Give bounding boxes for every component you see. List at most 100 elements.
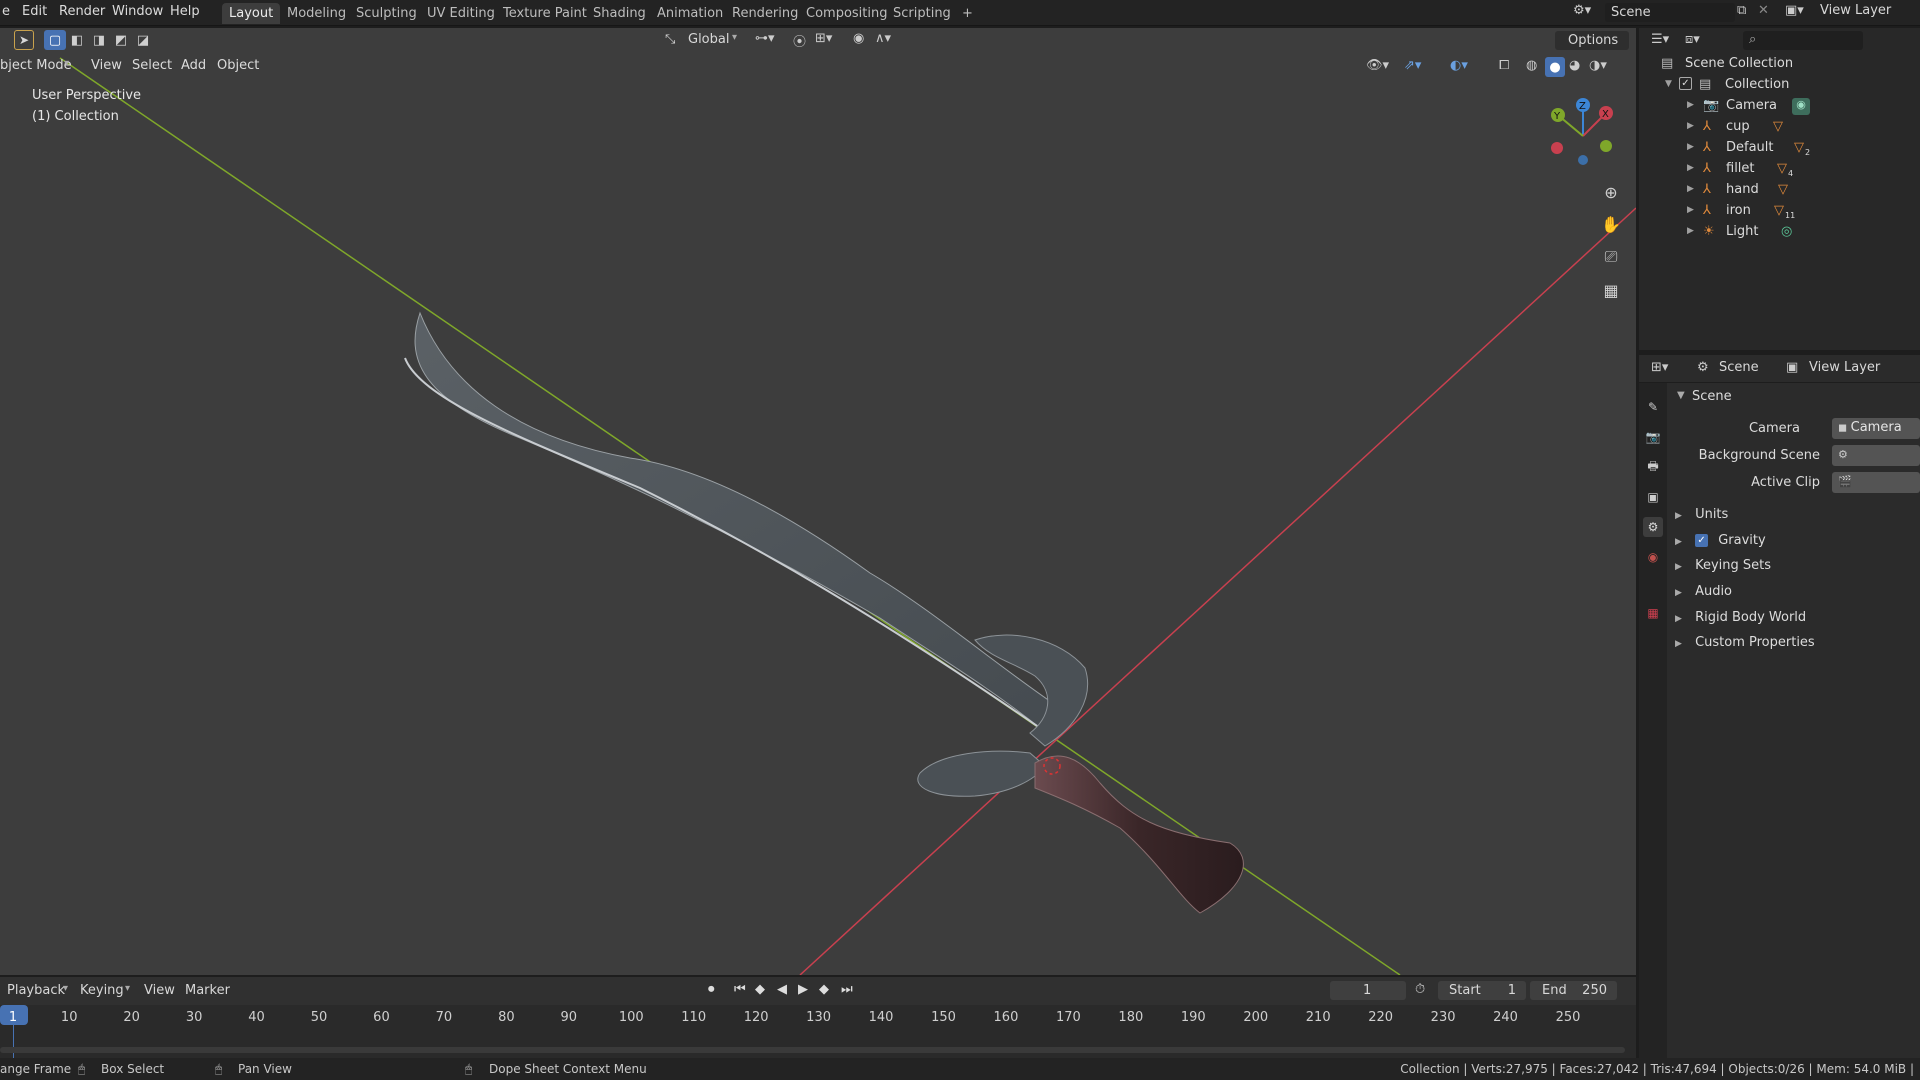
view-layer-icon[interactable]: ▣▾ [1785,3,1804,18]
view-layer-selector[interactable]: View Layer [1820,3,1891,18]
scene-panel-title[interactable]: Scene [1692,389,1732,404]
properties-view-layer-context[interactable]: View Layer [1809,360,1880,375]
rigid-body-world-subpanel[interactable]: ▶ Rigid Body World [1675,610,1806,625]
outliner-item-light[interactable]: ▶ ☀ Light ◎ [1639,222,1920,243]
background-scene-field[interactable]: ⚙ [1832,445,1920,466]
outliner-search-input[interactable]: ⌕ [1743,31,1863,50]
menu-window[interactable]: Window [112,4,163,19]
falloff-icon[interactable]: ∧▾ [875,31,891,46]
navigation-gizmo[interactable]: Z X Y [1543,96,1623,176]
expand-icon[interactable]: ▶ [1675,562,1682,572]
outliner-item-camera[interactable]: ▶ 📷 Camera ◉ [1639,96,1920,117]
select-subtract-icon[interactable]: ◨ [88,30,110,50]
outliner-item-fillet[interactable]: ▶ ⅄ fillet ▽ 4 [1639,159,1920,180]
camera-field[interactable]: ◼ Camera [1832,418,1920,439]
scene-icon[interactable]: ⚙▾ [1573,3,1591,18]
texture-tab-icon[interactable]: ▦ [1643,603,1663,623]
proportional-edit-icon[interactable]: ◉ [853,31,864,46]
menu-edit[interactable]: Edit [22,4,47,19]
solid-shading-icon[interactable]: ● [1545,57,1565,77]
visibility-icon[interactable]: 👁▾ [1366,58,1389,73]
wireframe-shading-icon[interactable]: ◍ [1526,58,1537,73]
outliner-item-hand[interactable]: ▶ ⅄ hand ▽ [1639,180,1920,201]
view-layer-tab-icon[interactable]: ▣ [1643,487,1663,507]
custom-properties-subpanel[interactable]: ▶ Custom Properties [1675,635,1815,650]
options-dropdown[interactable]: Options [1555,31,1629,50]
timeline-scrollbar[interactable] [0,1047,1625,1053]
play-reverse-icon[interactable]: ◀ [777,982,787,997]
expand-icon[interactable]: ▶ [1675,537,1682,547]
active-clip-field[interactable]: 🎬 [1832,472,1920,493]
gravity-checkbox[interactable]: ✓ [1695,534,1709,547]
expand-icon[interactable]: ▶ [1675,511,1682,521]
mesh-icon[interactable]: ▽ [1778,182,1788,197]
snap-target-icon[interactable]: ⊞▾ [815,31,832,46]
tab-rendering[interactable]: Rendering [725,3,805,24]
pivot-icon[interactable]: ⊶▾ [755,31,775,46]
tab-modeling[interactable]: Modeling [280,3,353,24]
tab-shading[interactable]: Shading [586,3,653,24]
outliner-item-iron[interactable]: ▶ ⅄ iron ▽ 11 [1639,201,1920,222]
output-tab-icon[interactable]: 🖶 [1643,457,1663,477]
tab-sculpting[interactable]: Sculpting [349,3,424,24]
close-icon[interactable]: ✕ [1758,3,1769,18]
end-frame-field[interactable]: End 250 [1530,981,1617,1000]
scene-selector[interactable]: Scene [1605,3,1735,22]
scene-tab-icon[interactable]: ⚙ [1643,517,1663,537]
select-extend-icon[interactable]: ◧ [66,30,88,50]
outliner-collection[interactable]: ▼ ✓ ▤ Collection [1639,75,1920,96]
expand-icon[interactable]: ▼ [1665,79,1672,89]
keying-menu[interactable]: Keying [80,983,124,998]
mesh-icon[interactable]: ▽ [1794,140,1804,155]
menu-add[interactable]: Add [181,58,206,73]
jump-end-icon[interactable]: ⏭ [841,982,853,997]
tab-layout[interactable]: Layout [222,3,281,24]
tab-texture-paint[interactable]: Texture Paint [496,3,594,24]
tab-animation[interactable]: Animation [650,3,730,24]
mesh-icon[interactable]: ▽ [1777,161,1787,176]
collapse-icon[interactable]: ▼ [1677,390,1685,401]
outliner-item-cup[interactable]: ▶ ⅄ cup ▽ [1639,117,1920,138]
new-scene-icon[interactable]: ⧉ [1737,3,1746,18]
menu-help[interactable]: Help [170,4,200,19]
pan-hand-icon[interactable]: ✋ [1598,211,1624,237]
start-frame-field[interactable]: Start 1 [1438,981,1526,1000]
menu-view[interactable]: View [91,58,122,73]
tool-tab-icon[interactable]: ✎ [1643,397,1663,417]
tab-compositing[interactable]: Compositing [799,3,895,24]
camera-view-icon[interactable]: ⎚ [1598,244,1624,270]
camera-data-icon[interactable]: ◉ [1792,98,1810,115]
jump-start-icon[interactable]: ⏮ [734,982,746,997]
gravity-subpanel[interactable]: ▶ ✓ Gravity [1675,533,1766,548]
transform-orientation-dropdown[interactable]: Global [688,32,729,47]
marker-menu[interactable]: Marker [185,983,230,998]
next-keyframe-icon[interactable]: ◆ [819,982,829,997]
overlay-toggle-icon[interactable]: ◐▾ [1450,58,1468,73]
select-intersect-icon[interactable]: ◪ [132,30,154,50]
select-invert-icon[interactable]: ◩ [110,30,132,50]
add-workspace-button[interactable]: + [955,3,980,24]
expand-icon[interactable]: ▶ [1687,100,1694,110]
properties-scene-context[interactable]: Scene [1719,360,1759,375]
display-mode-icon[interactable]: ⧈▾ [1685,32,1700,47]
mesh-icon[interactable]: ▽ [1774,203,1784,218]
ortho-grid-icon[interactable]: ▦ [1598,277,1624,303]
editor-type-icon[interactable]: ⊞▾ [1651,360,1668,375]
snap-icon[interactable]: ⦿ [793,31,806,50]
prev-keyframe-icon[interactable]: ◆ [755,982,765,997]
tab-scripting[interactable]: Scripting [886,3,958,24]
tab-uv-editing[interactable]: UV Editing [420,3,502,24]
expand-icon[interactable]: ▶ [1687,205,1694,215]
expand-icon[interactable]: ▶ [1687,142,1694,152]
material-shading-icon[interactable]: ◕ [1569,58,1580,73]
expand-icon[interactable]: ▶ [1675,614,1682,624]
editor-type-icon[interactable]: ☰▾ [1651,32,1669,47]
gizmo-toggle-icon[interactable]: ⇗▾ [1404,58,1421,73]
audio-subpanel[interactable]: ▶ Audio [1675,584,1732,599]
zoom-icon[interactable]: ⊕ [1598,179,1624,205]
xray-icon[interactable]: ⧠ [1499,58,1509,73]
expand-icon[interactable]: ▶ [1687,226,1694,236]
current-frame-field[interactable]: 1 [1330,981,1406,1000]
outliner-item-default[interactable]: ▶ ⅄ Default ▽ 2 [1639,138,1920,159]
units-subpanel[interactable]: ▶ Units [1675,507,1728,522]
